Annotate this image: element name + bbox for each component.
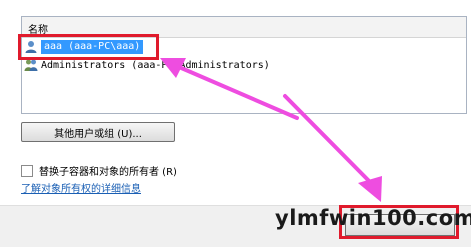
watermark-text: ylmfwin100.com (275, 206, 471, 230)
arrow-to-owner (160, 58, 299, 120)
arrow-to-ok (283, 94, 382, 202)
